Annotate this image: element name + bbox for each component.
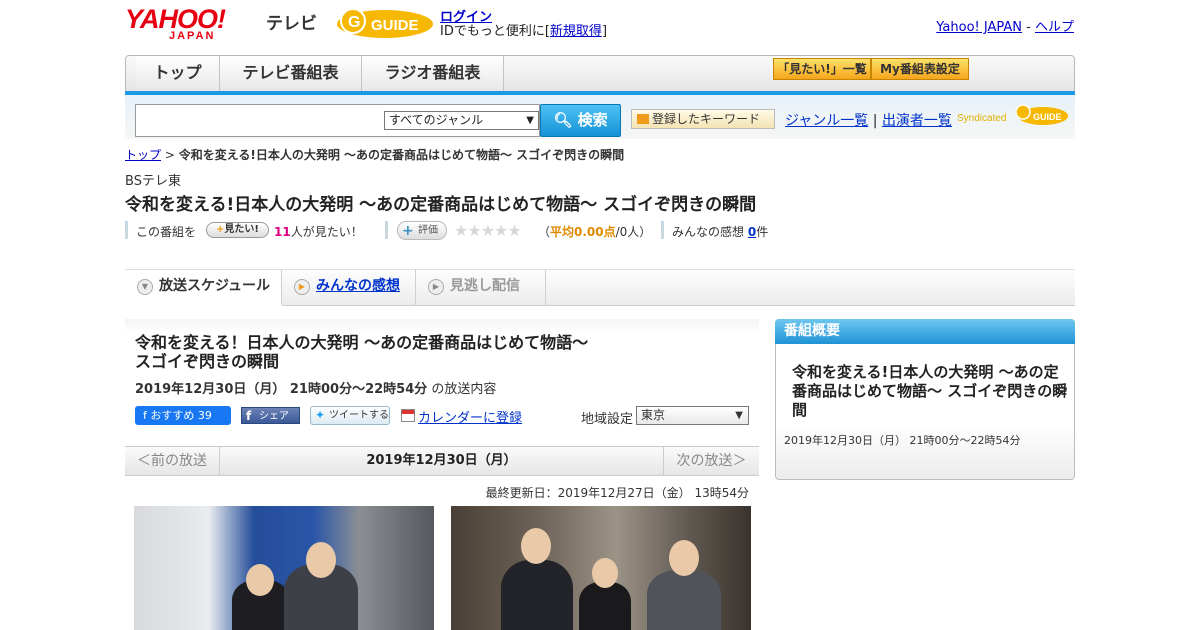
registered-keyword-button[interactable]: 登録したキーワード <box>631 109 775 129</box>
mitai-prefix: この番組を <box>136 225 197 239</box>
divider <box>385 221 388 239</box>
main-nav: トップ テレビ番組表 ラジオ番組表 「見たい!」一覧 My番組表設定 <box>125 55 1075 93</box>
breadcrumb-current: 令和を変える!日本人の大発明 ～あの定番商品はじめて物語～ スゴイぞ閃きの瞬間 <box>178 148 625 162</box>
page-title: 令和を変える!日本人の大発明 ～あの定番商品はじめて物語～ スゴイぞ閃きの瞬間 <box>125 195 757 215</box>
gguide-logo[interactable]: G GUIDE <box>335 7 435 41</box>
genre-select[interactable]: すべてのジャンル ▼ <box>384 111 539 130</box>
nav-tab-top[interactable]: トップ <box>136 56 220 92</box>
tweet-button[interactable]: ✦ ツイートする <box>310 406 390 425</box>
triangle-down-icon <box>637 114 649 124</box>
magnifier-icon: 🔍︎ <box>553 111 573 129</box>
facebook-share-button[interactable]: f シェア <box>241 407 300 424</box>
review-count-link[interactable]: 0 <box>748 225 756 239</box>
station-name: BSテレ東 <box>125 174 181 189</box>
broadcast-datetime: 2019年12月30日（月） 21時00分～22時54分 の放送内容 <box>135 382 497 397</box>
dropdown-arrow-icon: ▼ <box>735 410 743 421</box>
program-summary-date: 2019年12月30日（月） 21時00分～22時54分 <box>784 434 1021 447</box>
facebook-icon: f <box>246 409 252 423</box>
breadcrumb: トップ > 令和を変える!日本人の大発明 ～あの定番商品はじめて物語～ スゴイぞ… <box>125 148 625 162</box>
svg-text:Syndicated: Syndicated <box>957 113 1006 124</box>
star-rating-icon[interactable]: ★★★★★ <box>454 221 522 240</box>
nav-tab-radio-schedule[interactable]: ラジオ番組表 <box>362 56 504 92</box>
dropdown-arrow-icon: ▼ <box>526 115 534 126</box>
tab-missed-streaming[interactable]: ▶ 見逃し配信 <box>416 270 546 306</box>
play-icon: ▶ <box>428 279 444 295</box>
last-updated: 最終更新日：2019年12月27日（金） 13時54分 <box>485 486 749 500</box>
syndicated-gguide-logo: Syndicated GUIDE <box>957 104 1068 125</box>
chevron-down-icon: ▼ <box>137 279 153 295</box>
rate-button[interactable]: + 評価 <box>397 221 447 240</box>
search-button[interactable]: 🔍︎ 検索 <box>540 104 621 137</box>
plus-icon: + <box>402 223 414 239</box>
region-select[interactable]: 東京 ▼ <box>636 406 749 425</box>
program-summary-heading: 番組概要 <box>775 319 1075 344</box>
svg-text:GUIDE: GUIDE <box>1033 112 1062 122</box>
svg-text:GUIDE: GUIDE <box>371 17 419 34</box>
next-broadcast-button[interactable]: 次の放送＞ <box>663 447 759 475</box>
genre-list-link[interactable]: ジャンル一覧 <box>785 113 868 129</box>
performer-list-link[interactable]: 出演者一覧 <box>882 113 952 129</box>
yahoo-japan-link[interactable]: Yahoo! JAPAN <box>936 20 1022 35</box>
my-schedule-button[interactable]: My番組表設定 <box>871 58 969 80</box>
nav-tab-tv-schedule[interactable]: テレビ番組表 <box>220 56 362 92</box>
mitai-list-button[interactable]: 「見たい!」一覧 <box>773 58 871 80</box>
twitter-bird-icon: ✦ <box>315 408 326 422</box>
program-summary-title: 令和を変える!日本人の大発明 ～あの定番商品はじめて物語～ スゴイぞ閃きの瞬間 <box>792 363 1068 419</box>
broadcast-date-nav: ＜前の放送 2019年12月30日（月） 次の放送＞ <box>125 446 759 476</box>
calendar-icon <box>401 409 415 422</box>
add-to-calendar-link[interactable]: カレンダーに登録 <box>400 407 522 426</box>
tab-schedule[interactable]: ▼ 放送スケジュール <box>125 270 282 306</box>
mitai-count: 11人が見たい！ <box>274 225 363 239</box>
facebook-icon: f <box>143 409 147 422</box>
tv-logo-text[interactable]: テレビ <box>266 9 317 34</box>
genre-performer-links: ジャンル一覧 | 出演者一覧 <box>785 113 952 129</box>
login-message: IDでもっと便利に[新規取得] <box>440 24 608 39</box>
yahoo-japan-logo[interactable]: YAHOO! JAPAN <box>125 6 226 42</box>
program-photo[interactable] <box>134 506 434 630</box>
top-links: Yahoo! JAPAN - ヘルプ <box>936 20 1074 35</box>
program-photo[interactable] <box>451 506 751 630</box>
signup-link[interactable]: 新規取得 <box>550 24 602 39</box>
divider <box>125 221 128 239</box>
review-summary: みんなの感想 0件 <box>672 225 769 239</box>
prev-broadcast-button[interactable]: ＜前の放送 <box>125 447 220 475</box>
broadcast-title: 令和を変える！日本人の大発明 ～あの定番商品はじめて物語～ スゴイぞ閃きの瞬間 <box>135 333 589 371</box>
divider <box>661 221 664 239</box>
facebook-recommend-button[interactable]: f おすすめ 39 <box>135 406 231 425</box>
content-tabs: ▼ 放送スケジュール ▶ みんなの感想 ▶ 見逃し配信 <box>125 270 1075 306</box>
mitai-button[interactable]: +見たい! <box>206 222 269 238</box>
help-link[interactable]: ヘルプ <box>1035 20 1074 35</box>
current-broadcast-date: 2019年12月30日（月） <box>366 453 517 468</box>
region-label: 地域設定 <box>581 412 634 427</box>
tab-reviews[interactable]: ▶ みんなの感想 <box>282 270 416 306</box>
average-score: （平均0.00点/0人） <box>538 225 652 239</box>
play-icon: ▶ <box>294 279 310 295</box>
svg-text:G: G <box>348 14 360 31</box>
breadcrumb-top-link[interactable]: トップ <box>125 148 161 162</box>
